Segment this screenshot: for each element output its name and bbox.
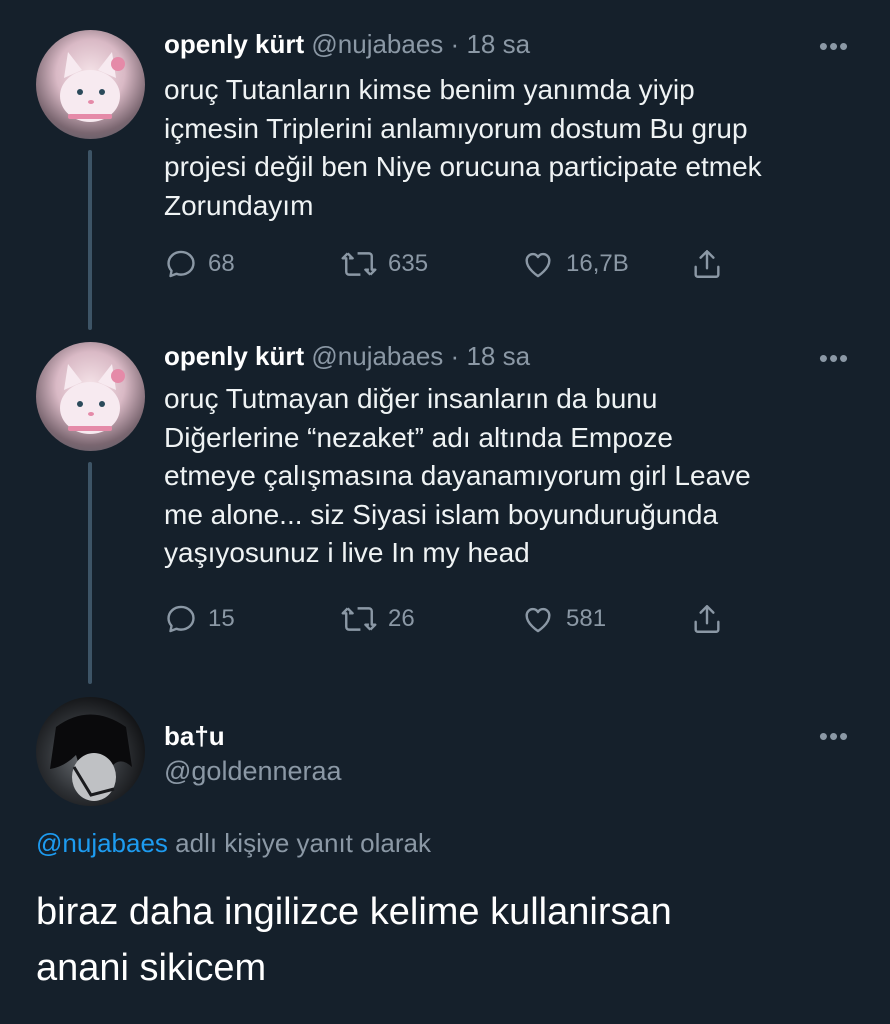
tweet-text-line: içmesin Triplerini anlamıyorum dostum Bu… bbox=[164, 112, 748, 144]
retweet-button[interactable]: 26 bbox=[340, 601, 415, 637]
share-button[interactable] bbox=[690, 601, 724, 637]
tweet-header: openly kürt @nujabaes · 18 sa bbox=[164, 340, 530, 372]
reply-icon bbox=[167, 605, 195, 633]
user-handle[interactable]: @nujabaes bbox=[311, 341, 443, 371]
retweet-count: 635 bbox=[388, 250, 429, 277]
separator-dot: · bbox=[450, 341, 460, 371]
replying-to-mention[interactable]: @nujabaes bbox=[36, 828, 168, 858]
tweet-header: openly kürt @nujabaes · 18 sa bbox=[164, 28, 530, 60]
display-name[interactable]: ba†u bbox=[164, 721, 225, 751]
tweet-text-line: me alone... siz Siyasi islam boyunduruğu… bbox=[164, 498, 719, 530]
display-name[interactable]: openly kürt bbox=[164, 341, 304, 371]
tweet-text-line: yaşıyosunuz i live In my head bbox=[164, 537, 530, 568]
tweet-text-line: Zorundayım bbox=[164, 189, 314, 221]
reply-count: 68 bbox=[208, 250, 235, 277]
reply-button[interactable]: 15 bbox=[164, 601, 235, 637]
tweet-text-line: oruç Tutmayan diğer insanların da bunu bbox=[164, 383, 658, 414]
thread-connector-line bbox=[88, 462, 92, 684]
tweet-text-line: etmeye çalışmasına dayanamıyorum girl Le… bbox=[164, 460, 751, 491]
retweet-button[interactable]: 635 bbox=[340, 246, 428, 282]
reply-text-line: anani sikicem bbox=[36, 947, 267, 989]
like-button[interactable]: 581 bbox=[520, 601, 606, 637]
timestamp[interactable]: 18 sa bbox=[466, 29, 530, 59]
timestamp[interactable]: 18 sa bbox=[466, 341, 530, 371]
retweet-icon bbox=[341, 252, 377, 276]
more-options-icon[interactable]: ••• bbox=[814, 723, 854, 749]
reply-button[interactable]: 68 bbox=[164, 246, 235, 282]
tweet-text-line: projesi değil ben Niye orucuna participa… bbox=[164, 151, 762, 182]
retweet-icon bbox=[341, 607, 377, 631]
retweet-count: 26 bbox=[388, 605, 415, 632]
more-options-icon[interactable]: ••• bbox=[814, 33, 854, 59]
thread-connector-line bbox=[88, 150, 92, 330]
like-count: 16,7B bbox=[566, 250, 629, 277]
anime-avatar-icon[interactable] bbox=[36, 697, 145, 806]
tweet-text-line: Diğerlerine “nezaket” adı altında Empoze bbox=[164, 421, 673, 453]
replying-to-text: adlı kişiye yanıt olarak bbox=[167, 828, 431, 858]
tweet-text: oruç Tutanların kimse benim yanımda yiyi… bbox=[164, 71, 864, 225]
reply-author-name: ba†u bbox=[164, 720, 225, 752]
reply-count: 15 bbox=[208, 605, 235, 632]
separator-dot: · bbox=[450, 29, 460, 59]
like-button[interactable]: 16,7B bbox=[520, 246, 629, 282]
more-options-icon[interactable]: ••• bbox=[814, 345, 854, 371]
share-button[interactable] bbox=[690, 246, 724, 282]
cat-avatar-icon[interactable] bbox=[36, 342, 145, 451]
reply-text-line: biraz daha ingilizce kelime kullanirsan bbox=[36, 891, 672, 933]
reply-text: biraz daha ingilizce kelime kullanirsan … bbox=[36, 884, 856, 996]
share-icon bbox=[694, 605, 720, 633]
reply-icon bbox=[167, 250, 195, 278]
like-count: 581 bbox=[566, 605, 607, 632]
display-name[interactable]: openly kürt bbox=[164, 29, 304, 59]
heart-icon bbox=[525, 252, 551, 278]
tweet-text-line: oruç Tutanların kimse benim yanımda yiyi… bbox=[164, 74, 695, 105]
heart-icon bbox=[525, 607, 551, 633]
replying-to-line: @nujabaes adlı kişiye yanıt olarak bbox=[36, 828, 431, 859]
cat-avatar-icon[interactable] bbox=[36, 30, 145, 139]
user-handle[interactable]: @nujabaes bbox=[311, 29, 443, 59]
share-icon bbox=[694, 250, 720, 278]
tweet-text: oruç Tutmayan diğer insanların da bunu D… bbox=[164, 380, 864, 573]
user-handle[interactable]: @goldenneraa bbox=[164, 756, 342, 787]
